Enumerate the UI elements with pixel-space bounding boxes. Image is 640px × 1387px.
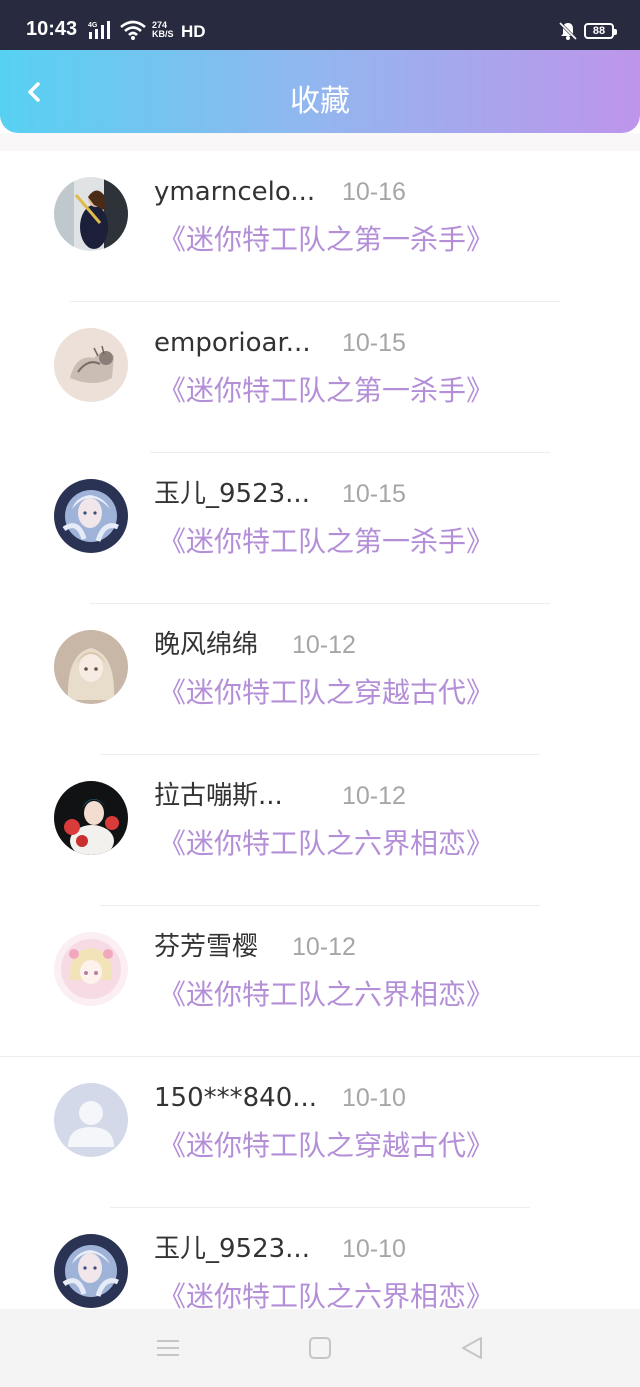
battery-icon: 88 <box>584 23 617 39</box>
list-item[interactable]: 拉古嘣斯... 10-12 《迷你特工队之六界相恋》 <box>0 755 640 906</box>
date-label: 10-15 <box>342 329 406 357</box>
back-triangle-icon[interactable] <box>458 1334 486 1362</box>
book-title[interactable]: 《迷你特工队之第一杀手》 <box>158 221 494 259</box>
avatar[interactable] <box>54 177 128 251</box>
date-label: 10-12 <box>342 782 406 810</box>
book-title[interactable]: 《迷你特工队之第一杀手》 <box>158 372 494 410</box>
date-label: 10-10 <box>342 1084 406 1112</box>
menu-icon[interactable] <box>154 1334 182 1362</box>
avatar[interactable] <box>54 932 128 1006</box>
book-title[interactable]: 《迷你特工队之六界相恋》 <box>158 825 494 863</box>
list-item[interactable]: 150***840... 10-10 《迷你特工队之穿越古代》 <box>0 1057 640 1208</box>
list-item[interactable]: 玉儿_9523... 10-15 《迷你特工队之第一杀手》 <box>0 453 640 604</box>
list-item[interactable]: emporioar... 10-15 《迷你特工队之第一杀手》 <box>0 302 640 453</box>
signal-icon: 4G <box>88 21 110 39</box>
date-label: 10-10 <box>342 1235 406 1263</box>
avatar[interactable] <box>54 1083 128 1157</box>
user-name: 150***840... <box>154 1083 318 1113</box>
user-name: 玉儿_9523... <box>154 479 310 509</box>
book-title[interactable]: 《迷你特工队之六界相恋》 <box>158 976 494 1014</box>
avatar[interactable] <box>54 630 128 704</box>
user-name: ymarncelo... <box>154 177 316 207</box>
book-title[interactable]: 《迷你特工队之穿越古代》 <box>158 674 494 712</box>
favorites-list: ymarncelo... 10-16 《迷你特工队之第一杀手》 emporioa… <box>0 151 640 1359</box>
app-header: 收藏 <box>0 50 640 133</box>
user-name: 拉古嘣斯... <box>154 781 283 811</box>
header-divider <box>0 133 640 151</box>
list-item[interactable]: 晚风绵绵 10-12 《迷你特工队之穿越古代》 <box>0 604 640 755</box>
hd-indicator: HD <box>181 22 206 41</box>
status-bar: 10:43 4G 274 KB/S HD 88 <box>0 0 640 56</box>
home-square-icon[interactable] <box>306 1334 334 1362</box>
date-label: 10-16 <box>342 178 406 206</box>
mute-bell-icon <box>558 21 578 41</box>
status-time: 10:43 <box>26 18 78 40</box>
date-label: 10-12 <box>292 631 356 659</box>
avatar[interactable] <box>54 781 128 855</box>
status-right: 88 <box>558 21 617 41</box>
system-nav-bar <box>0 1309 640 1387</box>
user-name: 玉儿_9523... <box>154 1234 310 1264</box>
user-name: 晚风绵绵 <box>154 630 259 660</box>
avatar[interactable] <box>54 328 128 402</box>
avatar[interactable] <box>54 479 128 553</box>
date-label: 10-12 <box>292 933 356 961</box>
wifi-icon <box>120 20 146 40</box>
book-title[interactable]: 《迷你特工队之第一杀手》 <box>158 523 494 561</box>
page-title: 收藏 <box>290 84 350 119</box>
network-speed: 274 KB/S <box>152 20 174 39</box>
list-item[interactable]: ymarncelo... 10-16 《迷你特工队之第一杀手》 <box>0 151 640 302</box>
date-label: 10-15 <box>342 480 406 508</box>
list-item[interactable]: 芬芳雪樱 10-12 《迷你特工队之六界相恋》 <box>0 906 640 1057</box>
user-name: 芬芳雪樱 <box>154 932 259 962</box>
user-name: emporioar... <box>154 328 311 358</box>
signal-icons: 4G <box>88 19 146 41</box>
avatar[interactable] <box>54 1234 128 1308</box>
book-title[interactable]: 《迷你特工队之穿越古代》 <box>158 1127 494 1165</box>
svg-text:4G: 4G <box>88 22 98 29</box>
